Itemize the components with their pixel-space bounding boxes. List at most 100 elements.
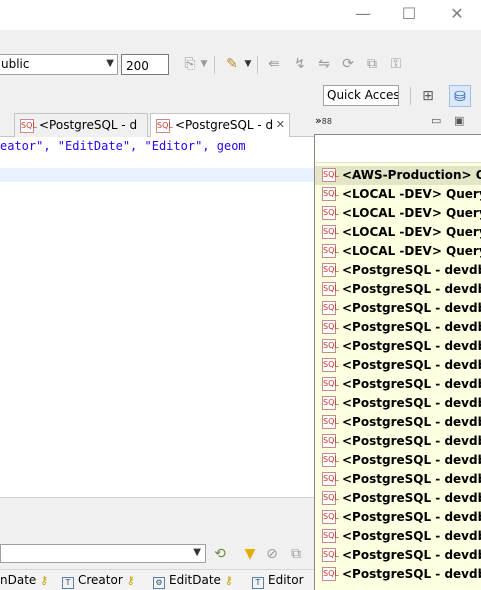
sql-editor-icon: SQL bbox=[322, 244, 339, 258]
toolbar-separator bbox=[214, 56, 215, 74]
close-icon[interactable]: ✕ bbox=[276, 118, 285, 131]
quick-access-input[interactable]: Quick Access bbox=[323, 85, 399, 106]
editor-list-item[interactable]: SQL<PostgreSQL - devdb> Query bbox=[315, 375, 481, 394]
sql-editor-icon: SQL bbox=[322, 434, 339, 448]
max-rows-input[interactable] bbox=[121, 54, 169, 75]
editor-list-item[interactable]: SQL <LOCAL -DEV> Query bbox=[315, 242, 481, 261]
database-perspective-icon[interactable]: ⛁ bbox=[449, 85, 471, 107]
tab-postgresql-editor-2[interactable]: SQL <PostgreSQL - d ✕ bbox=[150, 113, 290, 137]
editor-list-filter-input[interactable] bbox=[316, 135, 481, 163]
editor-list-item[interactable]: SQL<PostgreSQL - devdb> Query bbox=[315, 280, 481, 299]
editor-list-item-label: <PostgreSQL - devdb> Query bbox=[342, 491, 481, 505]
sql-editor-icon: SQL bbox=[322, 301, 339, 315]
column-header[interactable]: T Creator ⚷ bbox=[62, 573, 135, 589]
editor-list-item[interactable]: SQL<PostgreSQL - devdb> Query bbox=[315, 318, 481, 337]
maximize-view-icon[interactable]: ▣ bbox=[454, 114, 464, 127]
editor-list-item-label: <PostgreSQL - devdb> Query bbox=[342, 263, 481, 277]
sort-icon[interactable]: ⚷ bbox=[225, 574, 233, 587]
editor-list-item[interactable]: SQL<PostgreSQL - devdb> Query bbox=[315, 299, 481, 318]
editor-list-item[interactable]: SQL<PostgreSQL - devdb> Query bbox=[315, 413, 481, 432]
editor-list-item-label: <PostgreSQL - devdb> Query bbox=[342, 282, 481, 296]
editor-list-item-label: <LOCAL -DEV> Query bbox=[342, 206, 481, 220]
column-header[interactable]: nDate ⚷ bbox=[0, 573, 48, 587]
chevron-down-icon[interactable]: ▼ bbox=[193, 547, 201, 558]
sql-editor-icon: SQL bbox=[322, 472, 339, 486]
editor-list-item-label: <LOCAL -DEV> Query bbox=[342, 187, 481, 201]
date-column-icon: ⚙ bbox=[153, 577, 165, 589]
maximize-icon[interactable]: ☐ bbox=[389, 0, 429, 30]
column-header[interactable]: T Editor bbox=[252, 573, 304, 589]
format-icon[interactable]: ↯ bbox=[290, 54, 310, 74]
more-tabs-button[interactable]: »88 bbox=[315, 114, 332, 127]
close-window-icon[interactable]: ✕ bbox=[437, 0, 477, 30]
editor-list-item[interactable]: SQL <LOCAL -DEV> Query bbox=[315, 223, 481, 242]
open-perspective-icon[interactable]: ⊞ bbox=[417, 85, 439, 107]
minimize-icon[interactable]: — bbox=[343, 0, 383, 30]
sql-editor-icon: SQL bbox=[322, 567, 339, 581]
sql-editor-icon: SQL bbox=[322, 396, 339, 410]
sql-editor-icon: SQL bbox=[156, 119, 173, 133]
editor-list-item-label: <LOCAL -DEV> Query bbox=[342, 225, 481, 239]
title-bar: — ☐ ✕ bbox=[0, 0, 481, 30]
editor-list-item-label: <PostgreSQL - devdb> Query bbox=[342, 567, 481, 581]
sql-editor-icon: SQL bbox=[322, 168, 339, 182]
editor-list-item[interactable]: SQL<PostgreSQL - devdb> Query bbox=[315, 394, 481, 413]
minimize-view-icon[interactable]: ▭ bbox=[431, 114, 441, 127]
schema-select[interactable]: ublic ▼ bbox=[0, 54, 118, 75]
clear-filter-icon[interactable]: ⊘ bbox=[262, 544, 282, 564]
editor-list-item-label: <PostgreSQL - devdb> Query bbox=[342, 396, 481, 410]
results-panel: ▼ ⟲ ▼ ⊘ ⧉ nDate ⚷ T Creator ⚷ ⚙ EditDate ⚷… bbox=[0, 497, 315, 590]
editor-list-item[interactable]: SQL <LOCAL -DEV> Query bbox=[315, 204, 481, 223]
tab-postgresql-editor-1[interactable]: SQL <PostgreSQL - d bbox=[14, 113, 148, 137]
compare-icon[interactable]: ⧉ bbox=[362, 54, 382, 74]
sql-editor-icon: SQL bbox=[322, 282, 339, 296]
filter-icon[interactable]: ▼ bbox=[240, 544, 260, 564]
lock-icon[interactable]: ⚿ bbox=[386, 54, 406, 74]
sql-editor-icon: SQL bbox=[322, 206, 339, 220]
main-toolbar: ublic ▼ ⎘ ▼ ✎ ▼ ⇚ ↯ ⇋ ⟳ ⧉ ⚿ Quick Access… bbox=[0, 30, 481, 108]
sort-icon[interactable]: ⚷ bbox=[40, 574, 48, 587]
editor-list-item[interactable]: SQL<AWS-Production> Query bbox=[315, 166, 481, 185]
sql-editor-icon: SQL bbox=[322, 548, 339, 562]
editor-list-item-label: <PostgreSQL - devdb> Query bbox=[342, 377, 481, 391]
tab-label: <PostgreSQL - d bbox=[39, 118, 138, 132]
editor-list-item-label: <PostgreSQL - devdb> Query bbox=[342, 453, 481, 467]
results-filter-input[interactable]: ▼ bbox=[0, 544, 206, 563]
toolbar-separator bbox=[257, 56, 258, 74]
sort-icon[interactable]: ⚷ bbox=[127, 574, 135, 587]
column-header[interactable]: ⚙ EditDate ⚷ bbox=[153, 573, 233, 589]
pin-icon[interactable]: ✎ bbox=[222, 54, 242, 74]
filter-history-icon[interactable]: ⧉ bbox=[286, 544, 306, 564]
export-icon[interactable]: ⎘ bbox=[180, 54, 200, 74]
chevron-down-icon[interactable]: ▼ bbox=[242, 54, 254, 74]
sql-editor[interactable]: eator", "EditDate", "Editor", geom bbox=[0, 137, 315, 497]
transform-icon[interactable]: ⇋ bbox=[314, 54, 334, 74]
sql-editor-icon: SQL bbox=[322, 187, 339, 201]
text-column-icon: T bbox=[62, 577, 74, 589]
editor-list-item[interactable]: SQL<PostgreSQL - devdb> Query bbox=[315, 527, 481, 546]
editor-list-item-label: <PostgreSQL - devdb> Query bbox=[342, 548, 481, 562]
editor-list-item[interactable]: SQL<PostgreSQL - devdb> Query bbox=[315, 489, 481, 508]
editor-list-item[interactable]: SQL<PostgreSQL - devdb> Query bbox=[315, 565, 481, 584]
sql-editor-icon: SQL bbox=[322, 320, 339, 334]
editor-list-item[interactable]: SQL<PostgreSQL - devdb> Query bbox=[315, 337, 481, 356]
chevron-down-icon[interactable]: ▼ bbox=[198, 54, 210, 74]
refresh-icon[interactable]: ⟳ bbox=[338, 54, 358, 74]
editor-list-item[interactable]: SQL<PostgreSQL - devdb> Query bbox=[315, 451, 481, 470]
editor-list-item[interactable]: SQL <LOCAL -DEV> Query bbox=[315, 185, 481, 204]
tab-label: <PostgreSQL - d bbox=[175, 118, 274, 132]
back-icon[interactable]: ⇚ bbox=[264, 54, 284, 74]
editor-list-item[interactable]: SQL<PostgreSQL - devdb> Query bbox=[315, 261, 481, 280]
editor-list-item-label: <PostgreSQL - devdb> Query bbox=[342, 415, 481, 429]
refresh-filter-icon[interactable]: ⟲ bbox=[210, 544, 230, 564]
chevron-down-icon: ▼ bbox=[106, 58, 114, 69]
editor-list-item[interactable]: SQL<PostgreSQL - devdb> Query bbox=[315, 470, 481, 489]
editor-list-item-label: <AWS-Production> Query bbox=[342, 168, 481, 182]
sql-editor-icon: SQL bbox=[322, 453, 339, 467]
editor-list-item[interactable]: SQL<PostgreSQL - devdb> Query bbox=[315, 508, 481, 527]
editor-list-item[interactable]: SQL<PostgreSQL - devdb> Query bbox=[315, 546, 481, 565]
editor-list-item[interactable]: SQL<PostgreSQL - devdb> Query bbox=[315, 432, 481, 451]
editor-list-item[interactable]: SQL<PostgreSQL - devdb> Query bbox=[315, 356, 481, 375]
sql-editor-icon: SQL bbox=[322, 358, 339, 372]
sql-editor-icon: SQL bbox=[20, 119, 37, 133]
